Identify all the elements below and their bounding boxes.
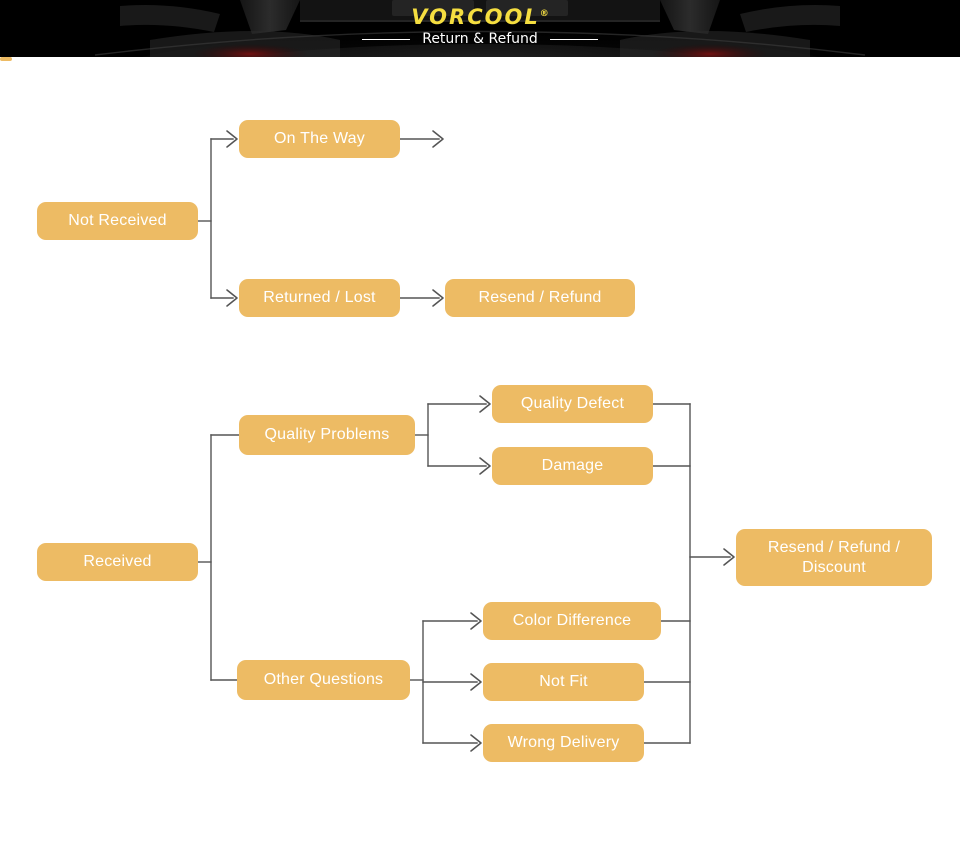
page-title: Return & Refund bbox=[422, 31, 538, 47]
node-other-questions[interactable]: Other Questions bbox=[237, 660, 410, 700]
node-resend-refund-discount[interactable]: Resend / Refund / Discount bbox=[736, 529, 932, 586]
node-quality-problems[interactable]: Quality Problems bbox=[239, 415, 415, 455]
header-subtitle-row: Return & Refund bbox=[0, 30, 960, 48]
node-wrong-delivery[interactable]: Wrong Delivery bbox=[483, 724, 644, 762]
brand-logo-text: VORCOOL bbox=[411, 5, 540, 29]
node-quality-defect[interactable]: Quality Defect bbox=[492, 385, 653, 423]
page-header-banner: VORCOOL® Return & Refund bbox=[0, 0, 960, 57]
flowchart-connectors bbox=[197, 130, 735, 752]
node-resend-refund[interactable]: Resend / Refund bbox=[445, 279, 635, 317]
node-please-be-patient-to-wait[interactable] bbox=[0, 57, 12, 61]
node-on-the-way[interactable]: On The Way bbox=[239, 120, 400, 158]
brand-logo: VORCOOL® bbox=[0, 2, 960, 29]
node-damage[interactable]: Damage bbox=[492, 447, 653, 485]
node-not-received[interactable]: Not Received bbox=[37, 202, 198, 240]
registered-trademark-icon: ® bbox=[539, 9, 549, 19]
subtitle-rule-left bbox=[362, 38, 411, 40]
return-refund-flowchart: Not Received On The Way Returned / Lost … bbox=[0, 57, 960, 864]
node-received[interactable]: Received bbox=[37, 543, 198, 581]
subtitle-rule-right bbox=[549, 38, 598, 40]
node-color-difference[interactable]: Color Difference bbox=[483, 602, 661, 640]
node-returned-lost[interactable]: Returned / Lost bbox=[239, 279, 400, 317]
node-not-fit[interactable]: Not Fit bbox=[483, 663, 644, 701]
